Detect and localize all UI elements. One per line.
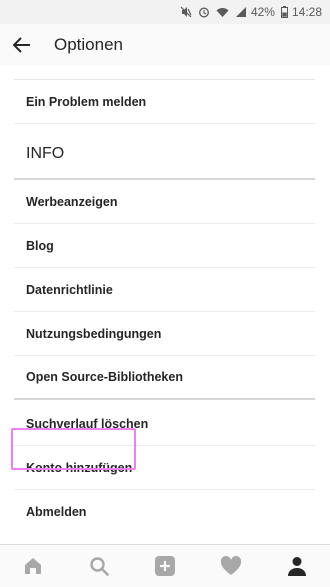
- bottom-nav: [0, 544, 330, 587]
- mute-icon: [180, 6, 192, 18]
- menu-item-open-source[interactable]: Open Source-Bibliotheken: [14, 356, 315, 400]
- menu-item-label: Abmelden: [26, 505, 87, 519]
- menu-item-label: Datenrichtlinie: [26, 282, 113, 297]
- search-icon: [90, 557, 109, 576]
- heart-icon: [220, 556, 242, 575]
- menu-item-blog[interactable]: Blog: [14, 224, 315, 268]
- nav-profile-button[interactable]: [277, 546, 317, 586]
- section-title: INFO: [26, 145, 65, 162]
- nav-add-post-button[interactable]: [145, 546, 185, 586]
- menu-item-label: Open Source-Bibliotheken: [26, 370, 183, 384]
- nav-activity-button[interactable]: [211, 546, 251, 586]
- wifi-icon: [216, 6, 229, 18]
- partial-list-item: [14, 66, 315, 80]
- menu-item-label: Konto hinzufügen: [26, 460, 133, 475]
- nav-home-button[interactable]: [13, 546, 53, 586]
- menu-item-clear-search-history[interactable]: Suchverlauf löschen: [14, 402, 315, 446]
- alarm-icon: [198, 6, 210, 18]
- page-title: Optionen: [54, 35, 123, 54]
- menu-item-add-account[interactable]: Konto hinzufügen: [14, 446, 315, 490]
- profile-icon: [288, 557, 306, 576]
- battery-icon: [280, 6, 288, 18]
- menu-item-terms[interactable]: Nutzungsbedingungen: [14, 312, 315, 356]
- menu-item-label: Werbeanzeigen: [26, 194, 118, 209]
- menu-item-label: Nutzungsbedingungen: [26, 326, 162, 341]
- section-header-info: INFO: [14, 124, 315, 180]
- clock: 14:28: [291, 5, 322, 19]
- back-button[interactable]: [0, 24, 44, 66]
- menu-item-label: Blog: [26, 238, 54, 253]
- signal-icon: [235, 6, 247, 18]
- nav-search-button[interactable]: [79, 546, 119, 586]
- app-header: Optionen: [0, 24, 330, 66]
- status-bar: 42% 14:28: [0, 0, 330, 24]
- menu-item-data-policy[interactable]: Datenrichtlinie: [14, 268, 315, 312]
- battery-percent: 42%: [250, 5, 275, 19]
- menu-item-label: Suchverlauf löschen: [26, 416, 149, 431]
- add-post-icon: [155, 556, 175, 576]
- menu-item-label: Ein Problem melden: [26, 94, 147, 109]
- menu-item-ads[interactable]: Werbeanzeigen: [14, 180, 315, 224]
- settings-list[interactable]: Ein Problem melden INFO Werbeanzeigen Bl…: [0, 66, 330, 544]
- arrow-left-icon: [13, 37, 30, 53]
- menu-item-report-problem[interactable]: Ein Problem melden: [14, 80, 315, 124]
- menu-item-log-out[interactable]: Abmelden: [14, 490, 315, 534]
- home-icon: [25, 558, 41, 574]
